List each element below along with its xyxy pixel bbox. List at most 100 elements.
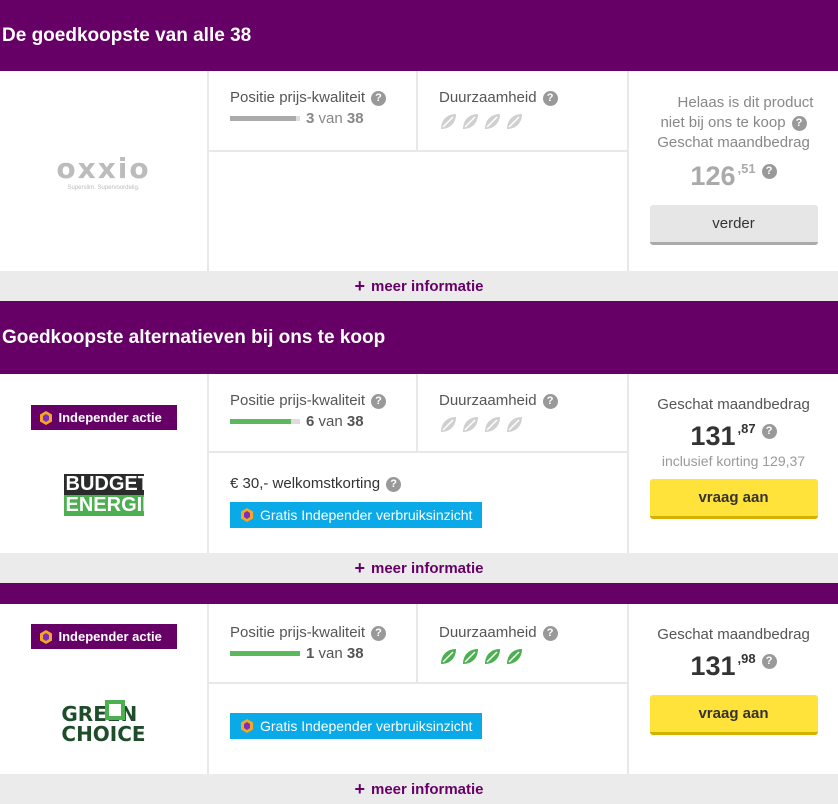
section-header-cheapest: De goedkoopste van alle 38	[0, 0, 838, 71]
rank-bar	[230, 651, 300, 656]
estimated-label: Geschat maandbedrag	[657, 396, 810, 413]
leaf-icon	[507, 649, 522, 664]
more-info-link[interactable]: + meer informatie	[0, 774, 838, 804]
welcome-discount: € 30,- welkomstkorting	[230, 475, 381, 492]
position-label: Positie prijs-kwaliteit	[230, 624, 366, 641]
verbruiksinzicht-tag: Gratis Independer verbruiksinzicht	[230, 502, 483, 528]
price-cell: Helaas is dit product niet bij ons te ko…	[629, 71, 838, 271]
oxxio-logo: oxxio Superslim. Supervoordelig.	[56, 151, 151, 191]
leaf-icon	[463, 649, 478, 664]
position-block: Positie prijs-kwaliteit? 3 van 38	[209, 71, 418, 150]
position-label: Positie prijs-kwaliteit	[230, 89, 366, 106]
plus-icon: +	[354, 557, 365, 578]
leaf-icon	[485, 649, 500, 664]
help-icon[interactable]: ?	[542, 626, 558, 641]
durability-label: Duurzaamheid	[439, 392, 537, 409]
price-cents: ,87	[737, 421, 756, 436]
section-header-alternatives: Goedkoopste alternatieven bij ons te koo…	[0, 301, 838, 374]
leaf-icon	[441, 417, 456, 432]
help-icon[interactable]: ?	[371, 626, 387, 641]
help-icon[interactable]: ?	[761, 424, 777, 439]
product-card-budget-energie: Independer actie BUDGET ENERGIE Positie …	[0, 374, 838, 553]
independer-icon	[39, 629, 52, 644]
help-icon[interactable]: ?	[542, 91, 558, 106]
greenchoice-logo: GREEN CHOICE	[61, 700, 146, 746]
logo-cell: Independer actie GREEN CHOICE	[0, 604, 209, 774]
durability-block: Duurzaamheid?	[418, 71, 627, 150]
plus-icon: +	[354, 275, 365, 296]
durability-leaves	[439, 647, 627, 666]
details-cell: Positie prijs-kwaliteit? 1 van 38 Duurza…	[209, 604, 629, 774]
leaf-icon	[507, 114, 522, 129]
independer-icon	[241, 508, 253, 522]
unavailable-text-1: Helaas is dit product	[677, 94, 814, 111]
estimated-label: Geschat maandbedrag	[657, 626, 810, 643]
unavailable-text-2: niet bij ons te koop	[660, 114, 786, 131]
independer-icon	[39, 410, 52, 425]
rank-total: 38	[346, 110, 364, 127]
product-card-greenchoice: Independer actie GREEN CHOICE Positie pr…	[0, 604, 838, 774]
durability-leaves	[439, 415, 627, 434]
leaf-icon	[485, 417, 500, 432]
durability-block: Duurzaamheid?	[418, 374, 627, 451]
vraag-aan-button[interactable]: vraag aan	[649, 695, 818, 735]
rank-total: 38	[346, 645, 364, 662]
leaf-icon	[507, 417, 522, 432]
help-icon[interactable]: ?	[386, 477, 402, 492]
section-divider	[0, 583, 838, 604]
durability-leaves	[439, 112, 627, 131]
price-cell: Geschat maandbedrag 131 ,87 ? inclusief …	[629, 374, 838, 553]
price-main: 126	[690, 161, 736, 191]
leaf-icon	[441, 649, 456, 664]
rank-total: 38	[346, 413, 364, 430]
details-cell: Positie prijs-kwaliteit? 3 van 38 Duurza…	[209, 71, 629, 271]
greenchoice-square-icon	[105, 700, 126, 720]
section-title: Goedkoopste alternatieven bij ons te koo…	[2, 326, 386, 348]
durability-block: Duurzaamheid?	[418, 604, 627, 682]
price: 131 ,87 ?	[690, 421, 777, 451]
price-cents: ,51	[737, 161, 756, 176]
help-icon[interactable]: ?	[371, 91, 387, 106]
help-icon[interactable]: ?	[542, 394, 558, 409]
rank-value: 3	[306, 110, 315, 127]
leaf-icon	[463, 114, 478, 129]
help-icon[interactable]: ?	[761, 164, 777, 179]
rank-value: 1	[306, 645, 315, 662]
help-icon[interactable]: ?	[371, 394, 387, 409]
rank-value: 6	[306, 413, 315, 430]
durability-label: Duurzaamheid	[439, 624, 537, 641]
verder-button[interactable]: verder	[649, 205, 818, 245]
durability-label: Duurzaamheid	[439, 89, 537, 106]
plus-icon: +	[354, 778, 365, 799]
price: 131 ,98 ?	[690, 651, 777, 681]
section-title: De goedkoopste van alle 38	[2, 24, 252, 46]
price-main: 131	[690, 651, 736, 681]
help-icon[interactable]: ?	[761, 654, 777, 669]
price: 126 ,51 ?	[690, 161, 777, 191]
details-cell: Positie prijs-kwaliteit? 6 van 38 Duurza…	[209, 374, 629, 553]
rank-bar	[230, 419, 300, 424]
more-info-link[interactable]: + meer informatie	[0, 553, 838, 583]
vraag-aan-button[interactable]: vraag aan	[649, 479, 818, 519]
independer-icon	[241, 719, 253, 733]
price-main: 131	[690, 421, 736, 451]
position-block: Positie prijs-kwaliteit? 1 van 38	[209, 604, 418, 682]
leaf-icon	[485, 114, 500, 129]
leaf-icon	[441, 114, 456, 129]
discount-note: inclusief korting 129,37	[661, 453, 806, 469]
estimated-label: Geschat maandbedrag	[657, 134, 810, 151]
rank-bar	[230, 116, 300, 121]
independer-action-badge: Independer actie	[30, 405, 177, 430]
more-info-link[interactable]: + meer informatie	[0, 271, 838, 301]
help-icon[interactable]: ?	[791, 116, 807, 131]
position-label: Positie prijs-kwaliteit	[230, 392, 366, 409]
leaf-icon	[463, 417, 478, 432]
logo-cell: Independer actie BUDGET ENERGIE	[0, 374, 209, 553]
budget-energie-logo: BUDGET ENERGIE	[63, 473, 156, 516]
logo-cell: oxxio Superslim. Supervoordelig.	[0, 71, 209, 271]
independer-action-badge: Independer actie	[30, 624, 177, 649]
position-block: Positie prijs-kwaliteit? 6 van 38	[209, 374, 418, 451]
verbruiksinzicht-tag: Gratis Independer verbruiksinzicht	[230, 713, 483, 739]
price-cell: Geschat maandbedrag 131 ,98 ? vraag aan	[629, 604, 838, 774]
product-card-oxxio: oxxio Superslim. Supervoordelig. Positie…	[0, 71, 838, 271]
